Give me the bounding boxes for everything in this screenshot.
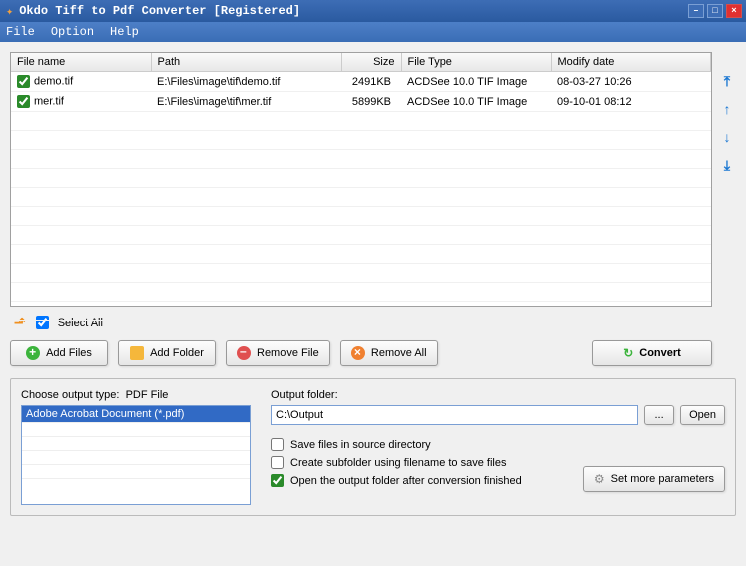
minimize-button[interactable]: – [688,4,704,18]
remove-all-button[interactable]: Remove All [340,340,438,366]
close-button[interactable]: × [726,4,742,18]
add-folder-label: Add Folder [150,347,204,359]
titlebar: ✦ Okdo Tiff to Pdf Converter [Registered… [0,0,746,22]
output-type-current: PDF File [126,389,169,401]
remove-file-button[interactable]: Remove File [226,340,330,366]
file-table: File name Path Size File Type Modify dat… [11,53,711,321]
reorder-controls: ⤒ ↑ ↓ ⤓ [718,52,736,378]
remove-all-label: Remove All [371,347,427,359]
move-bottom-button[interactable]: ⤓ [718,156,736,174]
move-up-button[interactable]: ↑ [718,100,736,118]
file-list-panel: File name Path Size File Type Modify dat… [10,52,712,307]
more-params-button[interactable]: ⚙ Set more parameters [583,466,725,492]
col-path[interactable]: Path [151,53,341,72]
cross-icon [351,346,365,360]
move-top-button[interactable]: ⤒ [718,72,736,90]
create-subfolder-checkbox[interactable] [271,456,284,469]
convert-icon: ↻ [623,346,633,360]
create-subfolder-label: Create subfolder using filename to save … [290,457,506,469]
app-icon: ✦ [6,4,13,19]
save-source-label: Save files in source directory [290,439,431,451]
remove-file-label: Remove File [257,347,319,359]
col-filename[interactable]: File name [11,53,151,72]
menubar: File Option Help [0,22,746,42]
browse-button[interactable]: ... [644,405,674,425]
gear-icon: ⚙ [594,472,605,486]
more-params-label: Set more parameters [611,473,714,485]
plus-icon [26,346,40,360]
add-files-label: Add Files [46,347,92,359]
move-down-button[interactable]: ↓ [718,128,736,146]
col-filetype[interactable]: File Type [401,53,551,72]
open-folder-button[interactable]: Open [680,405,725,425]
convert-button[interactable]: ↻ Convert [592,340,712,366]
row-checkbox[interactable] [17,75,30,88]
row-checkbox[interactable] [17,95,30,108]
output-type-list[interactable]: Adobe Acrobat Document (*.pdf) [21,405,251,505]
table-row[interactable]: demo.tifE:\Files\image\tif\demo.tif2491K… [11,72,711,92]
output-type-label: Choose output type: PDF File [21,389,251,401]
add-files-button[interactable]: Add Files [10,340,108,366]
folder-icon [130,346,144,360]
open-after-label: Open the output folder after conversion … [290,475,522,487]
output-folder-label: Output folder: [271,389,725,401]
open-after-checkbox[interactable] [271,474,284,487]
table-row[interactable]: mer.tifE:\Files\image\tif\mer.tif5899KBA… [11,92,711,112]
output-panel: Choose output type: PDF File Adobe Acrob… [10,378,736,516]
window-title: Okdo Tiff to Pdf Converter [Registered] [19,4,300,18]
menu-option[interactable]: Option [51,25,94,39]
col-modifydate[interactable]: Modify date [551,53,711,72]
save-source-checkbox[interactable] [271,438,284,451]
maximize-button[interactable]: □ [707,4,723,18]
col-size[interactable]: Size [341,53,401,72]
minus-icon [237,346,251,360]
output-type-option[interactable]: Adobe Acrobat Document (*.pdf) [22,406,250,422]
output-folder-input[interactable] [271,405,638,425]
convert-label: Convert [639,347,681,359]
menu-help[interactable]: Help [110,25,139,39]
add-folder-button[interactable]: Add Folder [118,340,216,366]
menu-file[interactable]: File [6,25,35,39]
